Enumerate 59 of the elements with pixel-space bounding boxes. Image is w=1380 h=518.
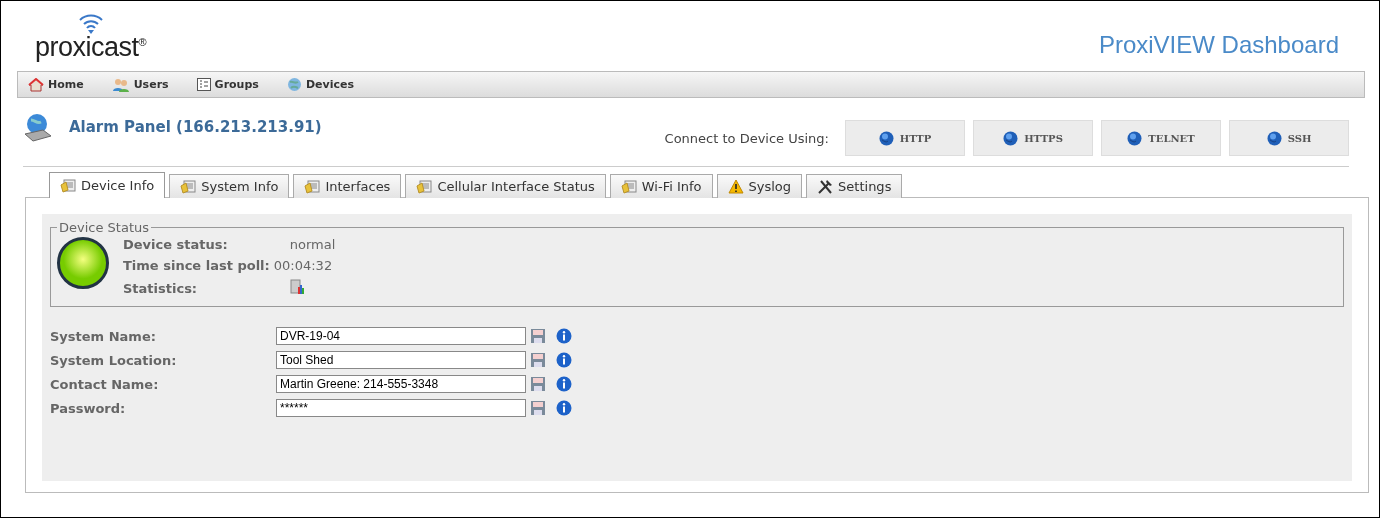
tab[interactable]: Settings xyxy=(806,174,903,198)
menu-item[interactable]: Home xyxy=(28,77,84,92)
document-icon xyxy=(304,179,321,194)
document-icon xyxy=(620,179,637,194)
logo: proxicast$^{®}$ xyxy=(35,34,147,61)
save-icon[interactable] xyxy=(530,400,546,416)
tab[interactable]: Device Info xyxy=(49,172,166,198)
field-label: Time since last poll: xyxy=(123,258,270,273)
tools-icon xyxy=(817,178,834,195)
group-title: Device Status xyxy=(58,220,151,235)
menu-item[interactable]: Devices xyxy=(286,77,354,92)
connect-button[interactable]: HTTPS xyxy=(973,120,1093,156)
menu-item[interactable]: Users xyxy=(111,77,169,92)
save-icon[interactable] xyxy=(530,328,546,344)
tab[interactable]: Syslog xyxy=(716,174,803,198)
connect-label: Connect to Device Using: xyxy=(664,130,829,146)
wifi-icon xyxy=(77,14,104,34)
users-icon xyxy=(111,77,130,92)
device-title: Alarm Panel (166.213.213.91) xyxy=(69,118,322,136)
house-icon xyxy=(28,77,44,92)
globe-icon xyxy=(1003,130,1019,146)
document-icon xyxy=(416,179,433,194)
field-label: Statistics: xyxy=(123,281,199,296)
field-label: Device status: xyxy=(123,237,229,252)
list-icon xyxy=(196,78,211,91)
input-field[interactable]: DVR-19-04 xyxy=(276,327,526,345)
field-label: Contact Name: xyxy=(50,376,160,392)
connect-button[interactable]: SSH xyxy=(1229,120,1349,156)
tab[interactable]: Wi-Fi Info xyxy=(609,174,713,198)
globe-icon xyxy=(1127,130,1143,146)
field-label: System Name: xyxy=(50,328,157,344)
tab[interactable]: Interfaces xyxy=(293,174,402,198)
field-value: 00:04:32 xyxy=(273,258,334,273)
chart-icon[interactable] xyxy=(289,279,306,295)
globe-icon xyxy=(878,130,894,146)
connect-button[interactable]: TELNET xyxy=(1101,120,1221,156)
save-icon[interactable] xyxy=(530,376,546,392)
field-value: normal xyxy=(288,237,336,252)
globe-icon xyxy=(1266,130,1282,146)
info-icon[interactable] xyxy=(556,376,572,392)
input-field[interactable]: ****** xyxy=(276,399,526,417)
globe-icon xyxy=(286,77,302,92)
info-icon[interactable] xyxy=(556,328,572,344)
tab[interactable]: System Info xyxy=(169,174,290,198)
warning-icon xyxy=(727,179,744,194)
field-label: Password: xyxy=(50,400,127,416)
input-field[interactable]: Martin Greene: 214-555-3348 xyxy=(276,375,526,393)
document-icon xyxy=(60,178,76,193)
tab[interactable]: Cellular Interface Status xyxy=(405,174,606,198)
input-field[interactable]: Tool Shed xyxy=(276,351,526,369)
network-device-icon xyxy=(23,112,53,144)
save-icon[interactable] xyxy=(530,352,546,368)
info-icon[interactable] xyxy=(556,400,572,416)
dashboard-title: ProxiVIEW Dashboard xyxy=(1098,31,1339,59)
menu-item[interactable]: Groups xyxy=(196,78,259,91)
connect-button[interactable]: HTTP xyxy=(845,120,965,156)
field-label: System Location: xyxy=(50,352,178,368)
info-icon[interactable] xyxy=(556,352,572,368)
document-icon xyxy=(180,179,197,194)
